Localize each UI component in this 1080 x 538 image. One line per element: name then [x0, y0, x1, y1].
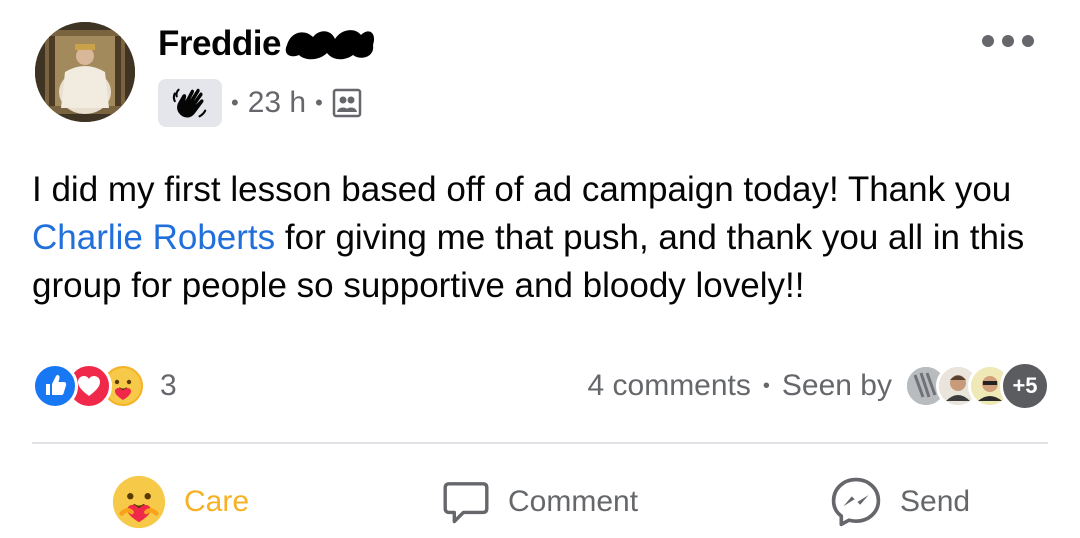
more-dot-icon — [1002, 35, 1014, 47]
waving-hand-icon — [172, 88, 207, 118]
comment-icon — [443, 482, 489, 524]
seen-by-label[interactable]: Seen by — [782, 369, 892, 403]
mention-link[interactable]: Charlie Roberts — [32, 218, 275, 257]
more-dot-icon — [1022, 35, 1034, 47]
comment-button[interactable]: Comment — [440, 470, 638, 534]
post-meta: • 23 h • — [158, 78, 362, 128]
messenger-icon — [831, 477, 881, 527]
avatar-image — [35, 22, 135, 122]
meta-dot: • — [315, 90, 323, 115]
reaction-count: 3 — [160, 369, 177, 402]
seen-by-avatars[interactable]: +5 — [904, 361, 1050, 411]
comments-count-link[interactable]: 4 comments — [588, 369, 751, 403]
stats-dot: • — [762, 374, 770, 397]
care-reaction-icon — [112, 475, 166, 529]
group-members-icon — [332, 88, 362, 118]
author-name[interactable]: Freddie — [158, 24, 281, 64]
meta-dot: • — [231, 90, 239, 115]
care-button[interactable]: Care — [110, 470, 249, 534]
more-options-button[interactable] — [982, 28, 1034, 54]
action-divider — [32, 442, 1048, 444]
comment-label: Comment — [508, 485, 639, 518]
post-text: I did my first lesson based off of ad ca… — [32, 166, 1042, 310]
send-button[interactable]: Send — [828, 470, 970, 534]
care-label: Care — [184, 485, 250, 518]
post-stats: 4 comments • Seen by +5 — [588, 361, 1050, 411]
author-row: Freddie — [158, 22, 377, 66]
reactions-summary[interactable]: 3 — [32, 362, 177, 410]
post-time[interactable]: 23 h — [248, 86, 306, 120]
send-label: Send — [900, 485, 971, 518]
more-dot-icon — [982, 35, 994, 47]
group-badge[interactable] — [158, 79, 222, 127]
author-avatar[interactable] — [35, 22, 135, 122]
like-reaction-icon — [32, 363, 78, 409]
group-post: Freddie • 23 h • I did my first lesson b… — [0, 0, 1080, 538]
redaction-scribble — [285, 30, 374, 60]
seen-more-badge[interactable]: +5 — [1000, 361, 1050, 411]
post-text-part1: I did my first lesson based off of ad ca… — [32, 170, 1012, 209]
